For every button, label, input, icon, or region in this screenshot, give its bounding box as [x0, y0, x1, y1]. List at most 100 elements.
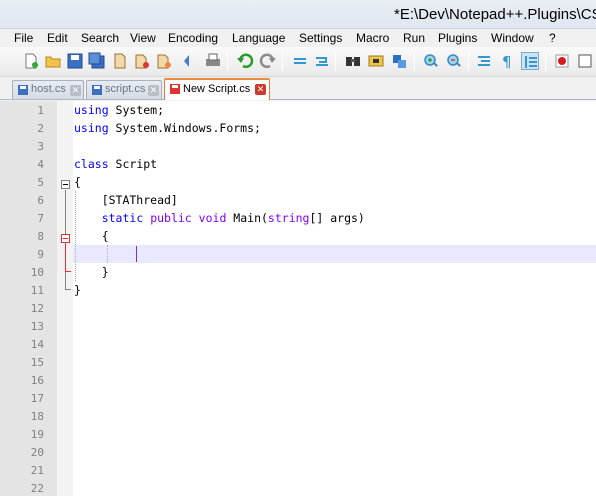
- line-number: 17: [30, 392, 44, 405]
- code-line: 5 {: [0, 173, 596, 191]
- wrap-icon[interactable]: [291, 52, 309, 70]
- line-number: 3: [37, 140, 44, 153]
- line-number: 2: [37, 122, 44, 135]
- zoom-out-icon[interactable]: [445, 52, 463, 70]
- toolbar-separator: [545, 53, 546, 71]
- code-line: 19: [0, 425, 596, 443]
- code-line: 6 [STAThread]: [0, 191, 596, 209]
- close-all-icon[interactable]: [133, 52, 151, 70]
- keyword-void: void: [198, 211, 227, 225]
- bookmark-icon[interactable]: [390, 52, 408, 70]
- code-line: 7 static public void Main(string[] args): [0, 209, 596, 227]
- tab-close-button[interactable]: ✕: [148, 85, 159, 96]
- line-number: 18: [30, 410, 44, 423]
- menu-plugins[interactable]: Plugins: [438, 31, 477, 45]
- line-number: 16: [30, 374, 44, 387]
- toolbar-separator: [468, 53, 469, 71]
- show-all-chars-icon[interactable]: ¶: [498, 52, 516, 70]
- line-number: 11: [30, 284, 44, 297]
- menu-settings[interactable]: Settings: [299, 31, 342, 45]
- line-number: 10: [30, 266, 44, 279]
- code-text: [STAThread]: [74, 193, 178, 207]
- close-icon[interactable]: [111, 52, 129, 70]
- menu-encoding[interactable]: Encoding: [168, 31, 218, 45]
- keyword-static: static: [101, 211, 144, 225]
- menu-macro[interactable]: Macro: [356, 31, 389, 45]
- code-line: 15: [0, 353, 596, 371]
- tab-close-button[interactable]: ✕: [70, 85, 81, 96]
- tab-bar: host.cs ✕ script.cs ✕ New Script.cs ✕: [0, 77, 596, 100]
- indent-guide-icon[interactable]: [476, 52, 494, 70]
- toolbar-separator: [227, 53, 228, 71]
- line-number: 5: [37, 176, 44, 189]
- code-text: using System;: [74, 103, 165, 117]
- toolbar-separator: [335, 53, 336, 71]
- doc-map-icon[interactable]: [521, 52, 539, 70]
- code-line: 16: [0, 371, 596, 389]
- find-icon[interactable]: [344, 52, 362, 70]
- code-line: 10 }: [0, 263, 596, 281]
- save-all-icon[interactable]: [88, 52, 106, 70]
- menu-help[interactable]: ?: [549, 31, 556, 45]
- tab-label: script.cs: [105, 83, 146, 95]
- save-icon[interactable]: [66, 52, 84, 70]
- window-title: *E:\Dev\Notepad++.Plugins\CS: [394, 6, 596, 23]
- code-line-current: 9: [0, 245, 596, 263]
- keyword-using: using: [74, 121, 109, 135]
- undo-icon[interactable]: [236, 52, 254, 70]
- code-line: 14: [0, 335, 596, 353]
- toolbar-separator: [414, 53, 415, 71]
- line-number: 8: [37, 230, 44, 243]
- code-line: 11 }: [0, 281, 596, 299]
- line-number: 1: [37, 104, 44, 117]
- code-line: 13: [0, 317, 596, 335]
- zoom-in-icon[interactable]: [422, 52, 440, 70]
- tab-new-script-cs[interactable]: New Script.cs ✕: [164, 78, 270, 100]
- code-line: 2 using System.Windows.Forms;: [0, 119, 596, 137]
- menu-edit[interactable]: Edit: [47, 31, 68, 45]
- keyword-using: using: [74, 103, 109, 117]
- line-number: 9: [37, 248, 44, 261]
- code-text: class Script: [74, 157, 158, 171]
- record-macro-icon[interactable]: [553, 52, 571, 70]
- sync-icon[interactable]: [313, 52, 331, 70]
- line-number: 6: [37, 194, 44, 207]
- menu-view[interactable]: View: [130, 31, 156, 45]
- print-icon[interactable]: [204, 52, 222, 70]
- line-number: 14: [30, 338, 44, 351]
- title-bar: *E:\Dev\Notepad++.Plugins\CS: [0, 0, 596, 29]
- stop-macro-icon[interactable]: [576, 52, 594, 70]
- tab-host-cs[interactable]: host.cs ✕: [12, 80, 84, 99]
- keyword-string: string: [267, 211, 310, 225]
- redo-icon[interactable]: [259, 52, 277, 70]
- code-text: static public void Main(string[] args): [101, 211, 365, 225]
- code-line: 8 {: [0, 227, 596, 245]
- menu-language[interactable]: Language: [232, 31, 285, 45]
- tab-close-button[interactable]: ✕: [255, 84, 266, 95]
- menu-search[interactable]: Search: [81, 31, 119, 45]
- code-line: 22: [0, 479, 596, 496]
- keyword-class: class: [74, 157, 109, 171]
- toolbar: ¶: [0, 47, 596, 77]
- new-file-icon[interactable]: [22, 52, 40, 70]
- code-text: }: [74, 265, 109, 279]
- code-line: 17: [0, 389, 596, 407]
- saved-file-icon: [17, 84, 29, 96]
- menu-run[interactable]: Run: [403, 31, 425, 45]
- code-line: 20: [0, 443, 596, 461]
- code-text: }: [74, 283, 81, 297]
- open-file-icon[interactable]: [44, 52, 62, 70]
- editor[interactable]: 1 using System; 2 using System.Windows.F…: [0, 101, 596, 496]
- tab-label: host.cs: [31, 83, 66, 95]
- toolbar-separator: [282, 53, 283, 71]
- line-number: 22: [30, 482, 44, 495]
- print-prev-icon[interactable]: [181, 52, 199, 70]
- line-number: 4: [37, 158, 44, 171]
- line-number: 21: [30, 464, 44, 477]
- code-text: using System.Windows.Forms;: [74, 121, 261, 135]
- close-all-but-icon[interactable]: [155, 52, 173, 70]
- find-replace-icon[interactable]: [367, 52, 385, 70]
- menu-file[interactable]: File: [14, 31, 33, 45]
- tab-script-cs[interactable]: script.cs ✕: [86, 80, 162, 99]
- menu-window[interactable]: Window: [491, 31, 534, 45]
